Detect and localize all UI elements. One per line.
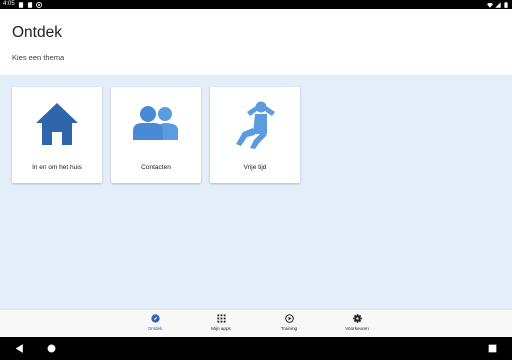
sd-card-icon: [27, 1, 32, 8]
nav-item-voorkeuren[interactable]: Voorkeuren: [335, 314, 379, 336]
battery-icon: [504, 1, 508, 8]
play-circle-icon: [284, 314, 294, 323]
gear-icon: [352, 314, 362, 323]
theme-card-contacts[interactable]: Contacten: [111, 87, 201, 183]
compass-icon: [150, 314, 160, 323]
theme-card-leisure[interactable]: Vrije tijd: [210, 87, 300, 183]
theme-card-label: Contacten: [141, 164, 171, 171]
status-bar: 4:05: [0, 0, 512, 9]
theme-grid: In en om het huis Contacten Vrije tijd: [0, 75, 512, 309]
header: Ontdek Kies een thema: [0, 9, 512, 75]
system-navigation-bar: [0, 337, 512, 360]
theme-card-label: In en om het huis: [32, 164, 82, 171]
status-time: 4:05: [3, 1, 15, 7]
theme-card-label: Vrije tijd: [243, 164, 267, 171]
bottom-navigation: Ontdek Mijn apps Training Voorkeuren: [0, 309, 512, 337]
house-icon: [36, 103, 78, 145]
app-notification-icon: [35, 1, 42, 8]
theme-card-home[interactable]: In en om het huis: [12, 87, 102, 183]
page-subtitle: Kies een thema: [12, 53, 65, 62]
apps-grid-icon: [216, 314, 226, 323]
people-icon: [133, 106, 178, 140]
wifi-icon: [487, 2, 493, 8]
screenshot-icon: [18, 1, 23, 8]
signal-icon: [495, 1, 501, 8]
relaxing-person-icon: [236, 101, 275, 149]
nav-label: Ontdek: [147, 326, 163, 331]
page-title: Ontdek: [12, 24, 62, 41]
nav-label: Voorkeuren: [345, 326, 369, 331]
nav-label: Training: [280, 326, 298, 331]
nav-item-training[interactable]: Training: [267, 314, 311, 336]
home-icon[interactable]: [46, 343, 57, 354]
nav-item-ontdek[interactable]: Ontdek: [133, 314, 177, 336]
nav-label: Mijn apps: [211, 326, 231, 331]
back-icon[interactable]: [14, 343, 25, 354]
recents-icon[interactable]: [487, 343, 498, 354]
nav-item-mijn-apps[interactable]: Mijn apps: [199, 314, 243, 336]
